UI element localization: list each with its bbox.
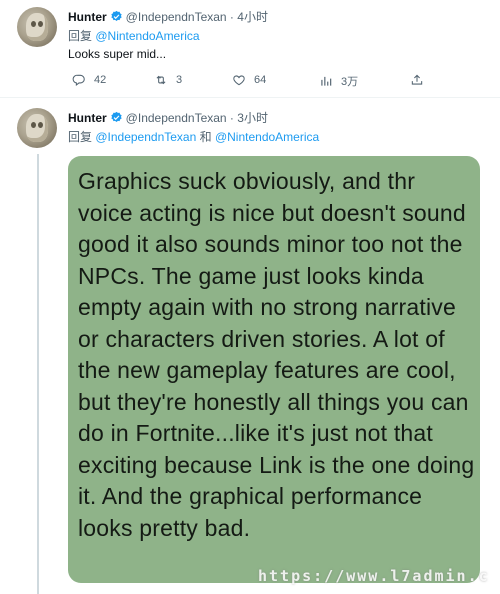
attached-image[interactable]: Graphics suck obviously, and thr voice a… — [68, 156, 480, 583]
reply-mention-link[interactable]: @NintendoAmerica — [95, 29, 199, 43]
reply-icon — [72, 74, 85, 87]
replying-to: 回复 @IndependnTexan 和 @NintendoAmerica — [68, 128, 319, 145]
retweet-icon — [156, 75, 166, 85]
handle-and-time[interactable]: @IndependnTexan · 4小时 — [126, 8, 268, 25]
tweet-text: Looks super mid... — [68, 47, 167, 61]
avatar[interactable] — [17, 108, 57, 148]
avatar-eye — [38, 122, 43, 128]
watermark: https://www.l7admin.c — [258, 567, 490, 585]
views-count: 3万 — [341, 76, 359, 88]
retweet-button[interactable]: 3 — [154, 73, 182, 87]
thread-line — [37, 154, 39, 594]
views-button[interactable]: 3万 — [319, 73, 358, 89]
skull-avatar-art — [26, 13, 48, 41]
verified-badge-icon — [110, 10, 123, 23]
like-icon — [233, 75, 245, 86]
tweet-1[interactable]: Hunter @IndependnTexan · 4小时 回复 @Nintend… — [0, 0, 500, 96]
skull-avatar-art — [26, 114, 48, 142]
retweet-count: 3 — [176, 74, 183, 86]
avatar-eye — [38, 21, 43, 27]
display-name[interactable]: Hunter — [68, 111, 107, 125]
reply-count: 42 — [94, 74, 107, 86]
reply-mention-link[interactable]: @NintendoAmerica — [215, 130, 319, 144]
image-text: Graphics suck obviously, and thr voice a… — [78, 168, 475, 541]
tweet-header: Hunter @IndependnTexan · 3小时 — [68, 109, 268, 126]
avatar-eye — [31, 122, 36, 128]
like-count: 64 — [254, 74, 267, 86]
share-button[interactable] — [410, 73, 432, 87]
reply-join: 和 — [196, 130, 215, 144]
replying-to: 回复 @NintendoAmerica — [68, 27, 200, 44]
views-icon — [321, 76, 332, 86]
reply-mention-link[interactable]: @IndependnTexan — [95, 130, 196, 144]
display-name[interactable]: Hunter — [68, 10, 107, 24]
tweet-header: Hunter @IndependnTexan · 4小时 — [68, 8, 268, 25]
reply-prefix: 回复 — [68, 29, 96, 43]
reply-button[interactable]: 42 — [72, 73, 106, 87]
share-icon — [411, 74, 423, 85]
verified-badge-icon — [110, 111, 123, 124]
avatar[interactable] — [17, 7, 57, 47]
avatar-eye — [31, 21, 36, 27]
tweet-actions: 42 3 64 3万 — [68, 73, 428, 89]
handle-and-time[interactable]: @IndependnTexan · 3小时 — [126, 109, 268, 126]
reply-prefix: 回复 — [68, 130, 96, 144]
like-button[interactable]: 64 — [232, 73, 266, 87]
